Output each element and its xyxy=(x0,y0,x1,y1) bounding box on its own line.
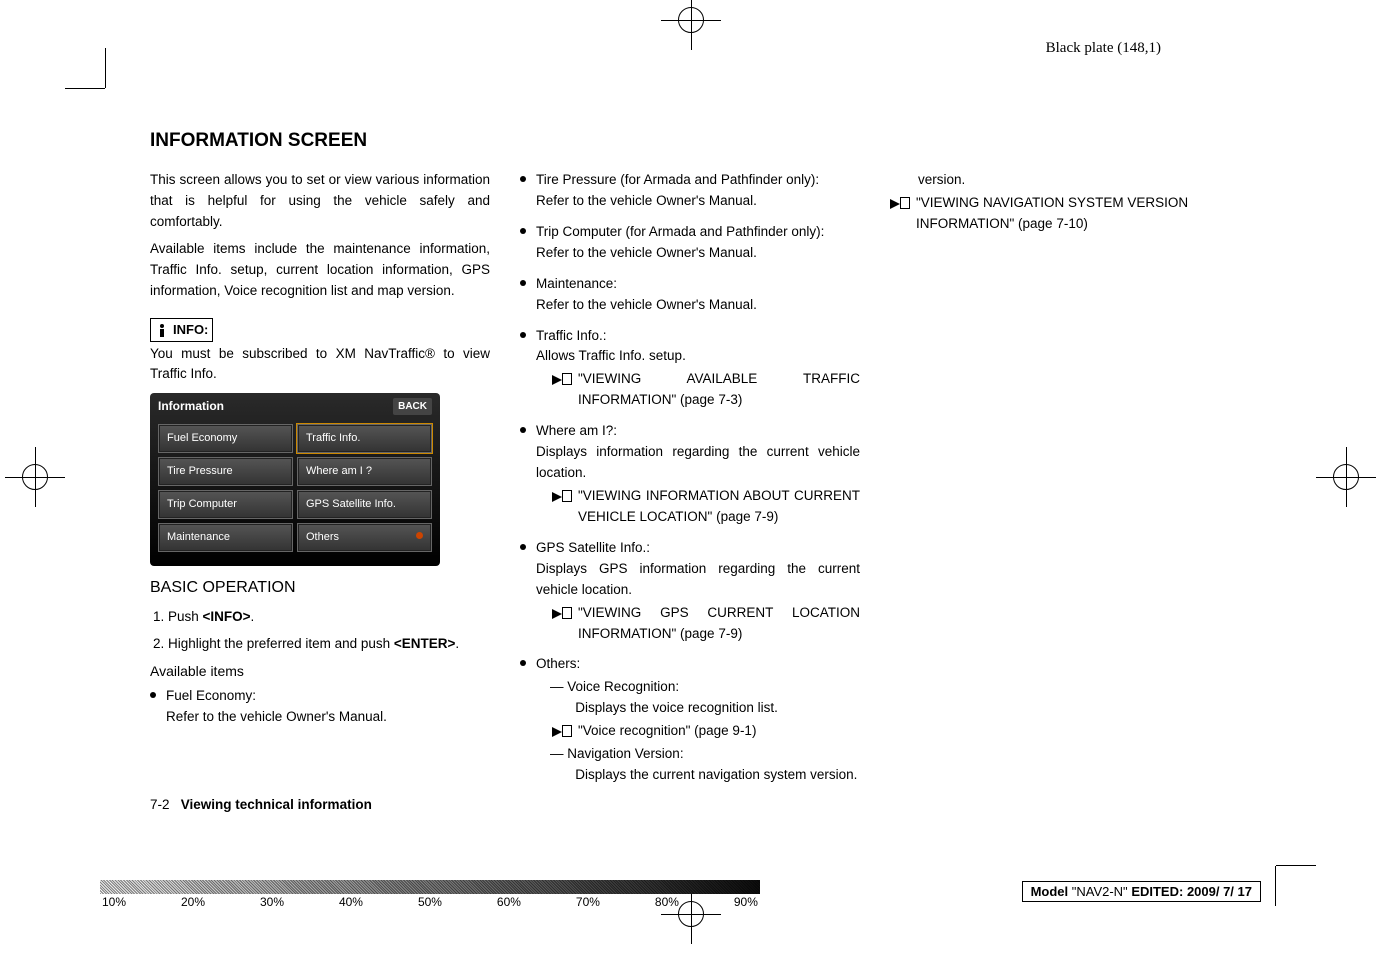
reference-icon xyxy=(552,723,572,737)
reference-icon xyxy=(552,371,572,385)
page-footer: 7-2 Viewing technical information xyxy=(150,797,372,812)
density-label: 50% xyxy=(418,895,442,909)
screenshot-title: Information xyxy=(158,397,224,416)
plate-label: Black plate (148,1) xyxy=(1046,40,1161,57)
step-1: Push <INFO>. xyxy=(168,607,490,628)
item-where: Where am I?: Displays information regard… xyxy=(520,421,860,528)
column-1: This screen allows you to set or view va… xyxy=(150,170,490,796)
reference-icon xyxy=(552,488,572,502)
screenshot-cell-traffic: Traffic Info. xyxy=(297,424,432,453)
crop-mark xyxy=(105,48,106,88)
density-label: 20% xyxy=(181,895,205,909)
screenshot-cell-where: Where am I ? xyxy=(297,457,432,486)
section-title: INFORMATION SCREEN xyxy=(150,130,1230,152)
item-gps: GPS Satellite Info.: Displays GPS inform… xyxy=(520,538,860,645)
density-label: 70% xyxy=(576,895,600,909)
intro-paragraph-1: This screen allows you to set or view va… xyxy=(150,170,490,233)
screenshot-cell-trip: Trip Computer xyxy=(158,490,293,519)
footer-title: Viewing technical information xyxy=(181,797,372,812)
screenshot-cell-maint: Maintenance xyxy=(158,523,293,552)
item-maintenance: Maintenance: Refer to the vehicle Owner'… xyxy=(520,274,860,316)
device-screenshot: Information BACK Fuel Economy Traffic In… xyxy=(150,393,440,566)
item-tire: Tire Pressure (for Armada and Pathfinder… xyxy=(520,170,860,212)
registration-mark-right xyxy=(1316,447,1376,507)
info-callout: INFO: xyxy=(150,318,213,342)
density-label: 30% xyxy=(260,895,284,909)
item-others: Others: — Voice Recognition: Displays th… xyxy=(520,654,860,786)
item-others-nav: — Navigation Version: Displays the curre… xyxy=(550,744,860,786)
screenshot-cell-gps: GPS Satellite Info. xyxy=(297,490,432,519)
screenshot-cell-others: Others xyxy=(297,523,432,552)
model-edition-box: Model "NAV2-N" EDITED: 2009/ 7/ 17 xyxy=(1022,881,1261,902)
crop-mark xyxy=(1275,866,1276,906)
density-label: 40% xyxy=(339,895,363,909)
reference-icon xyxy=(552,605,572,619)
page-content: INFORMATION SCREEN This screen allows yo… xyxy=(150,130,1230,796)
info-text: You must be subscribed to XM NavTraffic®… xyxy=(150,344,490,386)
density-label: 10% xyxy=(102,895,126,909)
column-2: Tire Pressure (for Armada and Pathfinder… xyxy=(520,170,860,796)
item-trip: Trip Computer (for Armada and Pathfinder… xyxy=(520,222,860,264)
basic-operation-heading: BASIC OPERATION xyxy=(150,576,490,601)
column-3: version. "VIEWING NAVIGATION SYSTEM VERS… xyxy=(890,170,1230,796)
screenshot-cell-tire: Tire Pressure xyxy=(158,457,293,486)
density-label: 60% xyxy=(497,895,521,909)
info-label: INFO: xyxy=(173,320,208,340)
page-number: 7-2 xyxy=(150,797,170,812)
info-icon xyxy=(155,323,169,337)
basic-operation-steps: Push <INFO>. Highlight the preferred ite… xyxy=(150,607,490,655)
screenshot-cell-fuel: Fuel Economy xyxy=(158,424,293,453)
intro-paragraph-2: Available items include the maintenance … xyxy=(150,239,490,302)
crop-mark xyxy=(1276,865,1316,866)
item-fuel: Fuel Economy: Refer to the vehicle Owner… xyxy=(150,686,490,728)
density-label: 90% xyxy=(734,895,758,909)
screenshot-back-button: BACK xyxy=(393,398,432,416)
crop-mark xyxy=(65,88,105,89)
item-others-voice: — Voice Recognition: Displays the voice … xyxy=(550,677,860,719)
density-scale: 10% 20% 30% 40% 50% 60% 70% 80% 90% xyxy=(100,880,760,909)
step-2: Highlight the preferred item and push <E… xyxy=(168,634,490,655)
available-items-heading: Available items xyxy=(150,661,490,683)
registration-mark-left xyxy=(5,447,65,507)
item-traffic: Traffic Info.: Allows Traffic Info. setu… xyxy=(520,326,860,412)
registration-mark-top xyxy=(661,0,721,50)
density-label: 80% xyxy=(655,895,679,909)
reference-icon xyxy=(890,195,910,209)
